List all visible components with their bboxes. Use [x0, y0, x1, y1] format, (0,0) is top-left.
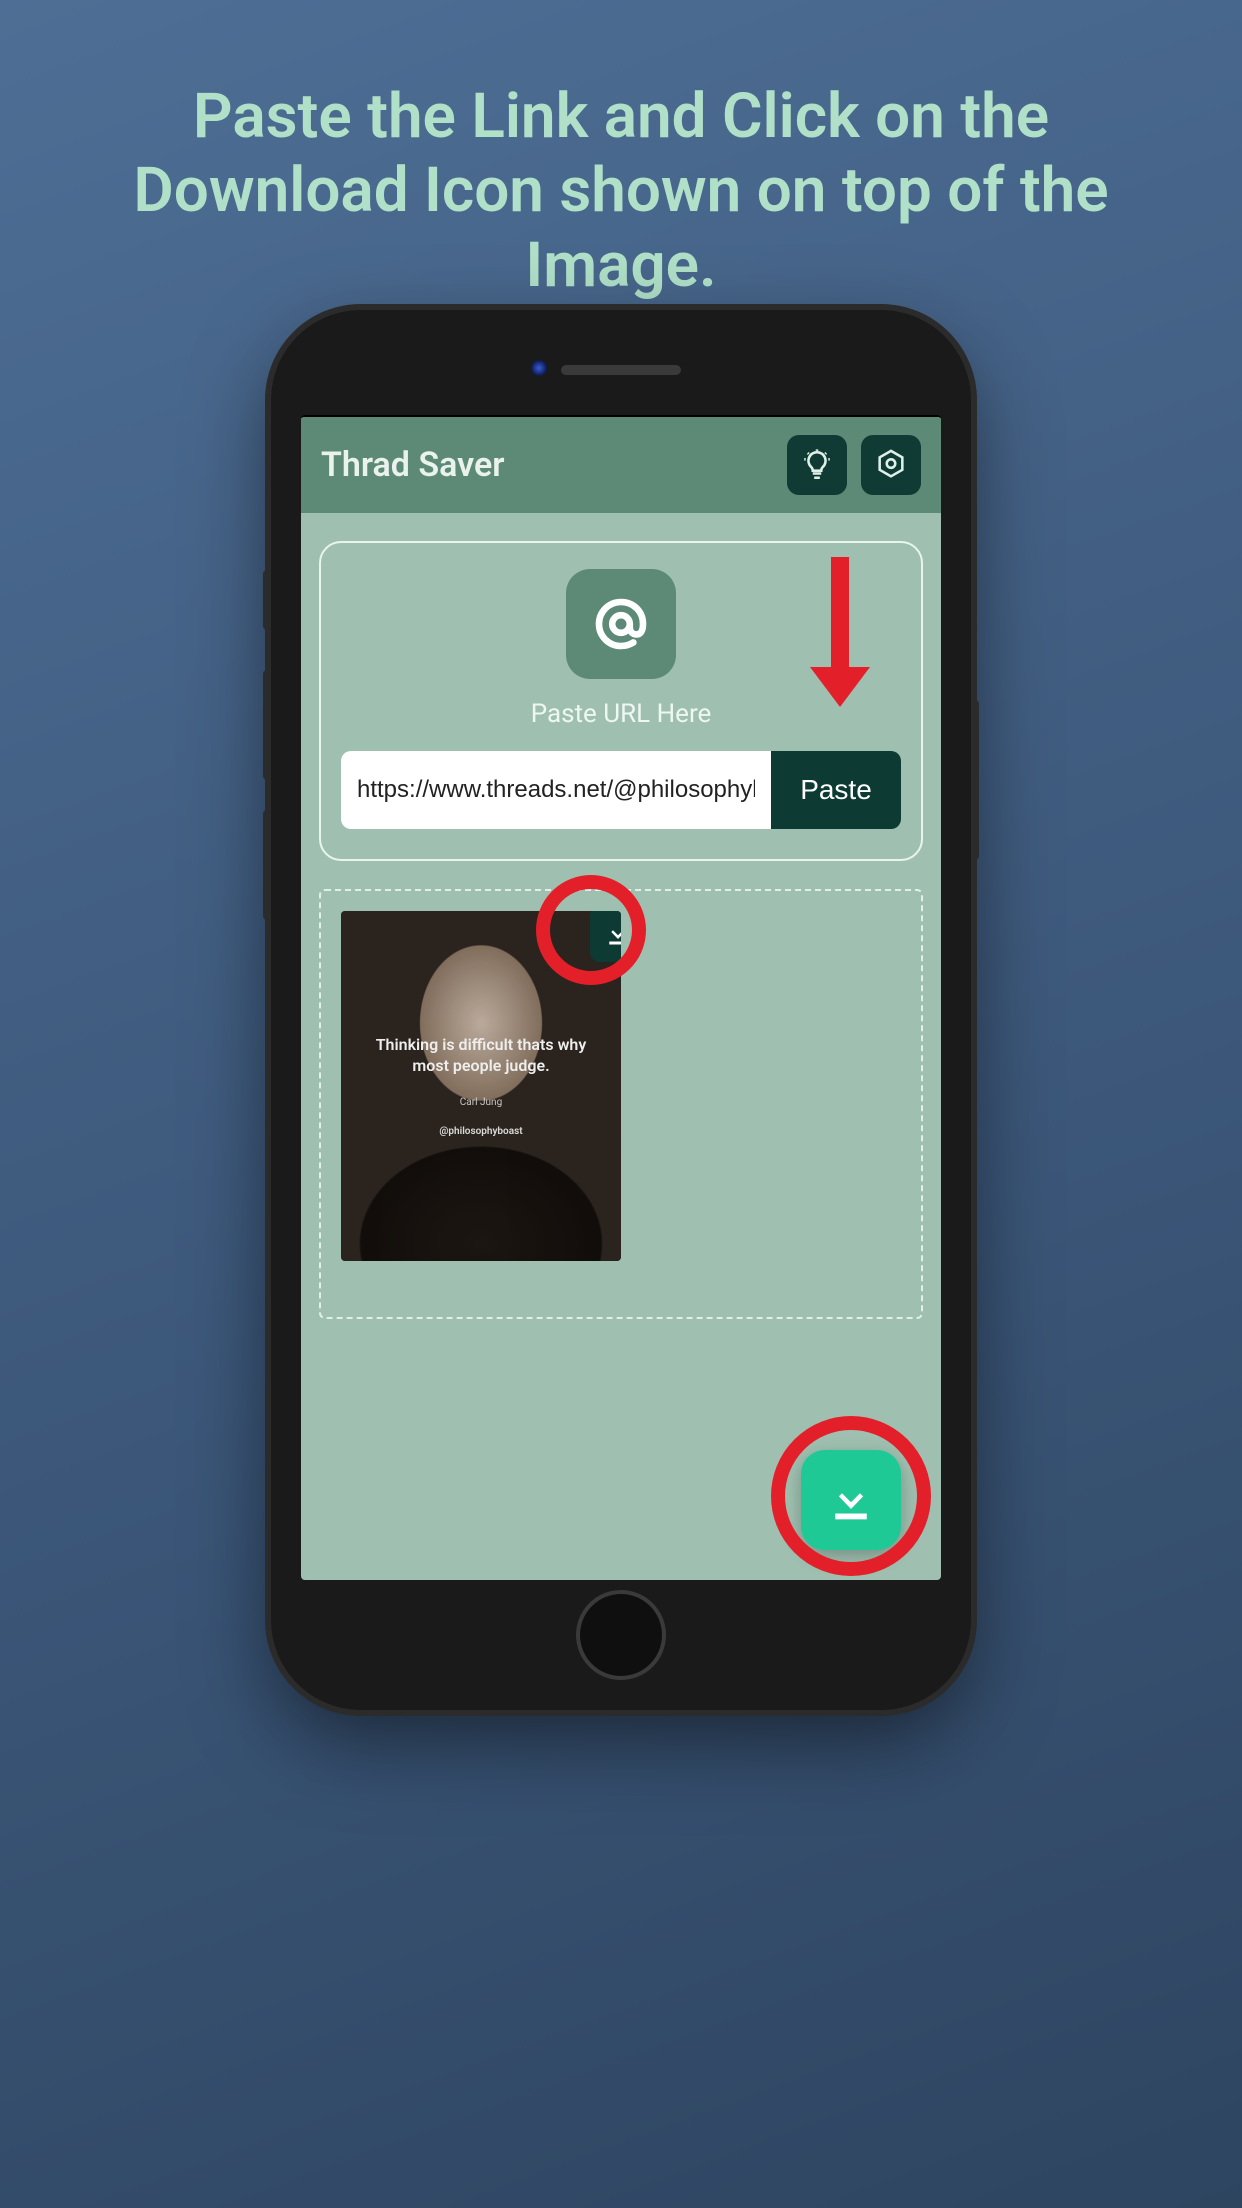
phone-camera	[531, 360, 547, 376]
phone-side-button	[263, 570, 271, 630]
phone-side-button	[263, 810, 271, 920]
phone-side-button	[263, 670, 271, 780]
download-all-fab[interactable]	[801, 1450, 901, 1550]
settings-icon	[874, 448, 908, 482]
paste-button[interactable]: Paste	[771, 751, 901, 829]
annotation-arrow	[831, 557, 849, 677]
promo-heading: Paste the Link and Click on the Download…	[0, 0, 1242, 303]
phone-side-button	[971, 700, 979, 860]
at-icon	[588, 591, 654, 657]
url-input[interactable]	[341, 751, 771, 829]
app-screen: Thrad Saver	[301, 415, 941, 1580]
results-panel: Thinking is difficult thats why most peo…	[319, 889, 923, 1319]
settings-button[interactable]	[861, 435, 921, 495]
app-header: Thrad Saver	[301, 417, 941, 513]
paste-card: Paste URL Here Paste	[319, 541, 923, 861]
download-icon	[603, 919, 621, 949]
lightbulb-icon	[800, 448, 834, 482]
download-icon	[824, 1473, 878, 1527]
tips-button[interactable]	[787, 435, 847, 495]
thumbnail-handle: @philosophyboast	[361, 1126, 601, 1137]
thumbnail-download-button[interactable]	[590, 911, 621, 962]
result-thumbnail[interactable]: Thinking is difficult thats why most peo…	[341, 911, 621, 1261]
phone-home-button	[576, 1590, 666, 1680]
phone-frame: Thrad Saver	[271, 310, 971, 1710]
thumbnail-author: Carl Jung	[361, 1097, 601, 1108]
app-title: Thrad Saver	[321, 445, 773, 485]
app-logo-tile	[566, 569, 676, 679]
url-input-row: Paste	[341, 751, 901, 829]
thumbnail-quote: Thinking is difficult thats why most peo…	[361, 1035, 601, 1077]
